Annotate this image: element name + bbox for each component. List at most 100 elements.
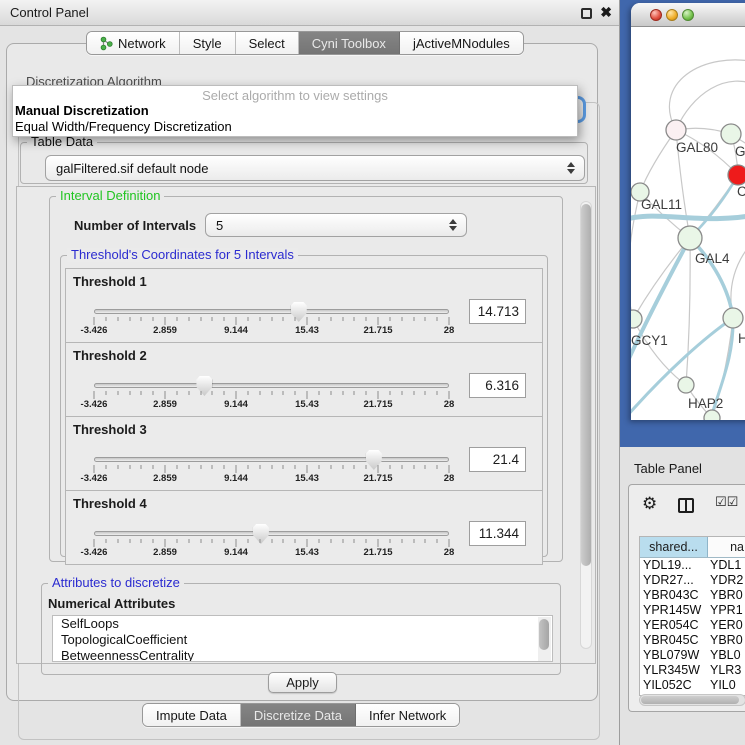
scrollbar-thumb[interactable] [539, 619, 549, 650]
interval-definition-group: Interval Definition Number of Intervals … [49, 196, 563, 562]
algorithm-option-manual-discretization[interactable]: Manual Discretization [13, 103, 577, 119]
tab-network[interactable]: Network [87, 32, 180, 54]
column-header-shared-name[interactable]: shared... [640, 537, 708, 557]
cell-shared-name: YIL052C [640, 678, 710, 693]
tab-jactivemnodules[interactable]: jActiveMNodules [400, 32, 523, 54]
tick-label: 21.715 [363, 399, 392, 410]
numerical-attributes-list[interactable]: SelfLoopsTopologicalCoefficientBetweenne… [52, 615, 553, 662]
table-row[interactable]: YBR043CYBR0 [640, 588, 745, 603]
number-of-intervals-combobox[interactable]: 5 [205, 213, 467, 237]
network-node[interactable] [678, 377, 694, 393]
scrollbar-thumb[interactable] [581, 204, 591, 566]
gear-icon[interactable]: ⚙ [642, 494, 657, 514]
thresholds-group: Threshold's Coordinates for 5 Intervals … [60, 255, 548, 557]
tab-style[interactable]: Style [180, 32, 236, 54]
node-label: GAL4 [695, 251, 730, 266]
network-node[interactable] [721, 124, 741, 144]
tick-label: -3.426 [81, 547, 108, 558]
close-traffic-light-icon[interactable] [650, 9, 662, 21]
algorithm-option-equal-width-frequency-discretization[interactable]: Equal Width/Frequency Discretization [13, 119, 577, 135]
thresholds-group-label: Threshold's Coordinates for 5 Intervals [67, 248, 298, 262]
table-row[interactable]: YIL052CYIL0 [640, 678, 745, 693]
tab-infer-network[interactable]: Infer Network [356, 704, 459, 726]
settings-vertical-scrollbar[interactable] [580, 201, 592, 649]
zoom-traffic-light-icon[interactable] [682, 9, 694, 21]
control-panel-window: Control Panel ✖ NetworkStyle Select Cyni T… [0, 0, 620, 745]
network-window-titlebar[interactable] [631, 3, 745, 27]
threshold-value-field[interactable]: 21.4 [469, 447, 526, 472]
tick-label: 15.43 [295, 399, 319, 410]
tab-select[interactable]: Select [236, 32, 299, 54]
cyni-mode-tabs: Impute DataDiscretize DataInfer Network [142, 703, 460, 727]
network-view-window[interactable]: GAL80GALCGAL11GAL4GCY1HHAP2 [631, 3, 745, 420]
numerical-attributes-heading: Numerical Attributes [48, 596, 175, 611]
threshold-slider[interactable] [94, 531, 449, 536]
tick-label: 9.144 [224, 325, 248, 336]
cell-shared-name: YPR145W [640, 603, 710, 618]
node-label: GAL [735, 144, 745, 159]
table-horizontal-scrollbar[interactable] [639, 694, 745, 706]
close-icon[interactable]: ✖ [600, 4, 612, 21]
apply-button[interactable]: Apply [268, 672, 337, 693]
threshold-value-field[interactable]: 14.713 [469, 299, 526, 324]
tab-label: jActiveMNodules [413, 36, 510, 51]
threshold-slider[interactable] [94, 383, 449, 388]
table-row[interactable]: YDL19...YDL1 [640, 558, 745, 573]
cell-name: YBR0 [710, 633, 745, 648]
split-columns-icon[interactable] [678, 498, 694, 513]
tick-label: 9.144 [224, 473, 248, 484]
tick-label: 15.43 [295, 325, 319, 336]
network-node[interactable] [704, 410, 720, 420]
threshold-slider[interactable] [94, 309, 449, 314]
threshold-value-field[interactable]: 6.316 [469, 373, 526, 398]
scrollbar-thumb[interactable] [641, 696, 739, 704]
tab-label: Cyni Toolbox [312, 36, 386, 51]
algorithm-placeholder-option[interactable]: Select algorithm to view settings [13, 88, 577, 103]
cell-name: YBR0 [710, 588, 745, 603]
tick-label: 28 [444, 399, 455, 410]
network-desktop: GAL80GALCGAL11GAL4GCY1HHAP2 [620, 0, 745, 447]
minimize-traffic-light-icon[interactable] [666, 9, 678, 21]
tick-label: 28 [444, 547, 455, 558]
table-row[interactable]: YBR045CYBR0 [640, 633, 745, 648]
spinner-arrows-icon [449, 219, 457, 231]
network-node[interactable] [728, 165, 745, 185]
network-canvas[interactable]: GAL80GALCGAL11GAL4GCY1HHAP2 [631, 27, 745, 420]
tick-label: 28 [444, 325, 455, 336]
network-node[interactable] [678, 226, 702, 250]
network-node[interactable] [631, 310, 642, 328]
tick-label: -3.426 [81, 399, 108, 410]
node-label: HAP2 [688, 396, 723, 411]
table-data-combobox[interactable]: galFiltered.sif default node [45, 155, 585, 181]
float-window-icon[interactable] [581, 8, 592, 19]
cell-name: YDL1 [710, 558, 745, 573]
tab-label: Select [249, 36, 285, 51]
tab-impute-data[interactable]: Impute Data [143, 704, 241, 726]
cell-name: YDR2 [710, 573, 745, 588]
attribute-item-selfloops[interactable]: SelfLoops [53, 616, 552, 632]
tab-cyni-toolbox[interactable]: Cyni Toolbox [299, 32, 400, 54]
tick-label: 2.859 [153, 547, 177, 558]
table-row[interactable]: YDR27...YDR2 [640, 573, 745, 588]
control-panel-titlebar: Control Panel ✖ [0, 0, 619, 26]
tab-discretize-data[interactable]: Discretize Data [241, 704, 356, 726]
threshold-label: Threshold 2 [73, 348, 147, 363]
table-row[interactable]: YER054CYER0 [640, 618, 745, 633]
threshold-slider[interactable] [94, 457, 449, 462]
network-node[interactable] [666, 120, 686, 140]
column-header-name[interactable]: na [708, 537, 745, 557]
cell-shared-name: YBR043C [640, 588, 710, 603]
cell-name: YIL0 [710, 678, 745, 693]
attribute-item-betweennesscentrality[interactable]: BetweennessCentrality [53, 648, 552, 662]
attributes-list-scrollbar[interactable] [538, 617, 551, 662]
table-row[interactable]: YBL079WYBL0 [640, 648, 745, 663]
table-row[interactable]: YLR345WYLR3 [640, 663, 745, 678]
checkbox-icons[interactable]: ☑☑ [715, 495, 738, 510]
threshold-box-4: Threshold 4-3.4262.8599.14415.4321.71528… [65, 490, 543, 565]
tick-label: 15.43 [295, 473, 319, 484]
attribute-item-topologicalcoefficient[interactable]: TopologicalCoefficient [53, 632, 552, 648]
threshold-value-field[interactable]: 11.344 [469, 521, 526, 546]
table-toolbar: ⚙ ☑☑ [629, 485, 745, 529]
network-node[interactable] [723, 308, 743, 328]
table-row[interactable]: YPR145WYPR1 [640, 603, 745, 618]
